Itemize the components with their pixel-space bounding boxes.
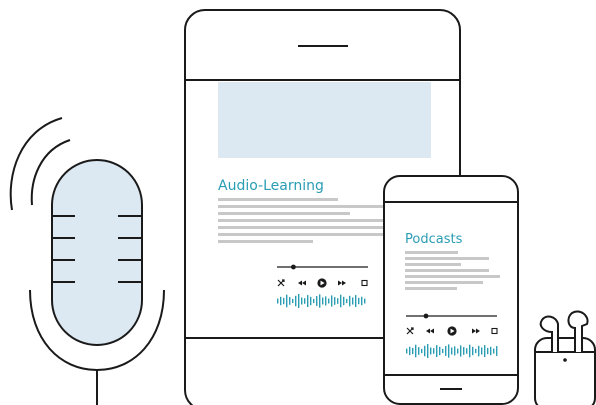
waveform-bar bbox=[289, 297, 291, 305]
tablet-title: Audio-Learning bbox=[218, 178, 324, 194]
waveform-bar bbox=[442, 348, 444, 354]
waveform-bar bbox=[280, 296, 282, 306]
mic-head bbox=[51, 159, 143, 346]
waveform-bar bbox=[496, 346, 498, 356]
waveform-bar bbox=[343, 296, 345, 306]
waveform-bar bbox=[346, 298, 348, 304]
waveform-bar bbox=[322, 297, 324, 305]
waveform-bar bbox=[469, 344, 471, 358]
waveform-bar bbox=[340, 294, 342, 308]
waveform-bar bbox=[472, 346, 474, 356]
waveform-bar bbox=[430, 347, 432, 355]
waveform-bar bbox=[316, 296, 318, 306]
waveform-bar bbox=[412, 347, 414, 355]
waveform-bar bbox=[352, 297, 354, 305]
waveform-bar bbox=[355, 295, 357, 307]
waveform-bar bbox=[418, 347, 420, 355]
waveform-bar bbox=[478, 345, 480, 357]
waveform-bar bbox=[295, 295, 297, 307]
waveform-bar bbox=[313, 298, 315, 304]
waveform-bar bbox=[283, 297, 285, 305]
waveform-bar bbox=[334, 297, 336, 305]
waveform-bar bbox=[349, 295, 351, 307]
phone-device: Podcasts bbox=[383, 175, 519, 405]
play-icon[interactable] bbox=[447, 326, 457, 336]
earbuds-case-led bbox=[563, 358, 567, 362]
waveform-bar bbox=[409, 346, 411, 356]
waveform-bar bbox=[406, 348, 408, 354]
waveform-bar bbox=[454, 346, 456, 356]
waveform-bar bbox=[301, 297, 303, 305]
waveform-bar bbox=[319, 294, 321, 308]
tablet-hero-image bbox=[218, 82, 431, 158]
waveform-bar bbox=[493, 348, 495, 354]
waveform-bar bbox=[361, 296, 363, 306]
waveform-bar bbox=[277, 298, 279, 304]
waveform-bar bbox=[460, 345, 462, 357]
waveform-bar bbox=[286, 294, 288, 308]
waveform-bar bbox=[424, 345, 426, 357]
waveform-bar bbox=[328, 298, 330, 304]
waveform-bar bbox=[490, 346, 492, 356]
waveform-bar bbox=[475, 348, 477, 354]
waveform-bar bbox=[331, 295, 333, 307]
waveform-bar bbox=[457, 348, 459, 354]
waveform-bar bbox=[337, 298, 339, 304]
waveform-bar bbox=[415, 344, 417, 358]
waveform-bar bbox=[421, 348, 423, 354]
waveform-bar bbox=[310, 296, 312, 306]
waveform-bar bbox=[448, 344, 450, 358]
earbuds-illustration bbox=[534, 310, 596, 405]
waveform-bar bbox=[463, 347, 465, 355]
waveform-bar bbox=[298, 294, 300, 308]
waveform-bar bbox=[466, 348, 468, 354]
play-icon[interactable] bbox=[317, 278, 327, 288]
waveform-bar bbox=[484, 345, 486, 357]
waveform-bar bbox=[364, 298, 366, 304]
waveform-bar bbox=[307, 295, 309, 307]
tablet-progress-knob[interactable] bbox=[291, 264, 296, 270]
waveform-bar bbox=[439, 346, 441, 356]
phone-progress-knob[interactable] bbox=[423, 313, 429, 319]
earbuds-case bbox=[534, 337, 596, 405]
waveform-bar bbox=[292, 298, 294, 304]
waveform-bar bbox=[481, 347, 483, 355]
waveform-bar bbox=[436, 345, 438, 357]
waveform-bar bbox=[304, 298, 306, 304]
waveform-bar bbox=[487, 347, 489, 355]
microphone-illustration bbox=[9, 117, 165, 405]
waveform-bar bbox=[427, 344, 429, 358]
waveform-bar bbox=[433, 348, 435, 354]
waveform-bar bbox=[451, 347, 453, 355]
waveform-bar bbox=[325, 296, 327, 306]
waveform-bar bbox=[445, 346, 447, 356]
waveform-bar bbox=[358, 297, 360, 305]
phone-title: Podcasts bbox=[405, 232, 463, 247]
